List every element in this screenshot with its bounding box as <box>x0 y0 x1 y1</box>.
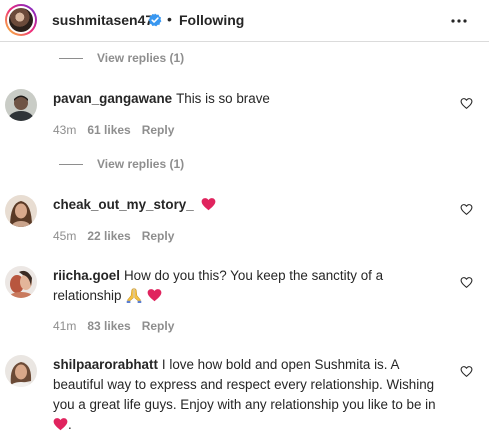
red-heart-emoji <box>53 418 68 431</box>
heart-outline-icon[interactable] <box>460 276 473 289</box>
reply-button[interactable]: Reply <box>142 123 175 137</box>
reply-button[interactable]: Reply <box>142 229 175 243</box>
comment-likes[interactable]: 61 likes <box>87 123 130 137</box>
reply-button[interactable]: Reply <box>142 319 175 333</box>
heart-outline-icon[interactable] <box>460 97 473 110</box>
view-replies-label: View replies (1) <box>97 51 185 65</box>
comment-likes[interactable]: 83 likes <box>87 319 130 333</box>
comment-time: 45m <box>53 229 77 243</box>
comment-username[interactable]: pavan_gangawane <box>53 91 172 106</box>
view-replies-button[interactable]: View replies (1) <box>59 157 184 171</box>
comment-body-end: . <box>68 417 72 432</box>
comment-text: riicha.goel How do you this? You keep the… <box>53 266 438 306</box>
comment-meta: 43m 61 likes Reply <box>53 123 174 137</box>
comment-meta: 41m 83 likes Reply <box>53 319 174 333</box>
red-heart-emoji <box>147 289 162 302</box>
post-header: sushmitasen47 • Following <box>0 0 489 42</box>
header-username[interactable]: sushmitasen47 <box>52 12 153 28</box>
comment-time: 41m <box>53 319 77 333</box>
comment-text: cheak_out_my_story_ <box>53 195 438 215</box>
comment-text: pavan_gangawane This is so brave <box>53 89 438 109</box>
comment-text: shilpaarorabhatt I love how bold and open… <box>53 355 438 435</box>
avatar[interactable] <box>5 355 37 387</box>
comment-meta: 45m 22 likes Reply <box>53 229 174 243</box>
folded-hands-emoji <box>126 287 142 303</box>
replies-divider <box>59 57 83 59</box>
header-separator: • <box>167 11 172 27</box>
heart-outline-icon[interactable] <box>460 203 473 216</box>
avatar[interactable] <box>5 195 37 227</box>
profile-avatar[interactable] <box>5 4 37 36</box>
verified-badge-icon <box>148 13 162 27</box>
heart-outline-icon[interactable] <box>460 365 473 378</box>
red-heart-emoji <box>202 198 216 211</box>
comment-username[interactable]: cheak_out_my_story_ <box>53 197 194 212</box>
avatar[interactable] <box>5 89 37 121</box>
avatar[interactable] <box>5 266 37 298</box>
comment-username[interactable]: riicha.goel <box>53 268 120 283</box>
comment-body: This is so brave <box>176 91 270 106</box>
comment-likes[interactable]: 22 likes <box>87 229 130 243</box>
view-replies-button[interactable]: View replies (1) <box>59 51 184 65</box>
view-replies-label: View replies (1) <box>97 157 185 171</box>
following-button[interactable]: Following <box>179 12 244 28</box>
comment-time: 43m <box>53 123 77 137</box>
replies-divider <box>59 163 83 165</box>
comment-username[interactable]: shilpaarorabhatt <box>53 357 158 372</box>
more-options-icon[interactable] <box>450 12 468 30</box>
